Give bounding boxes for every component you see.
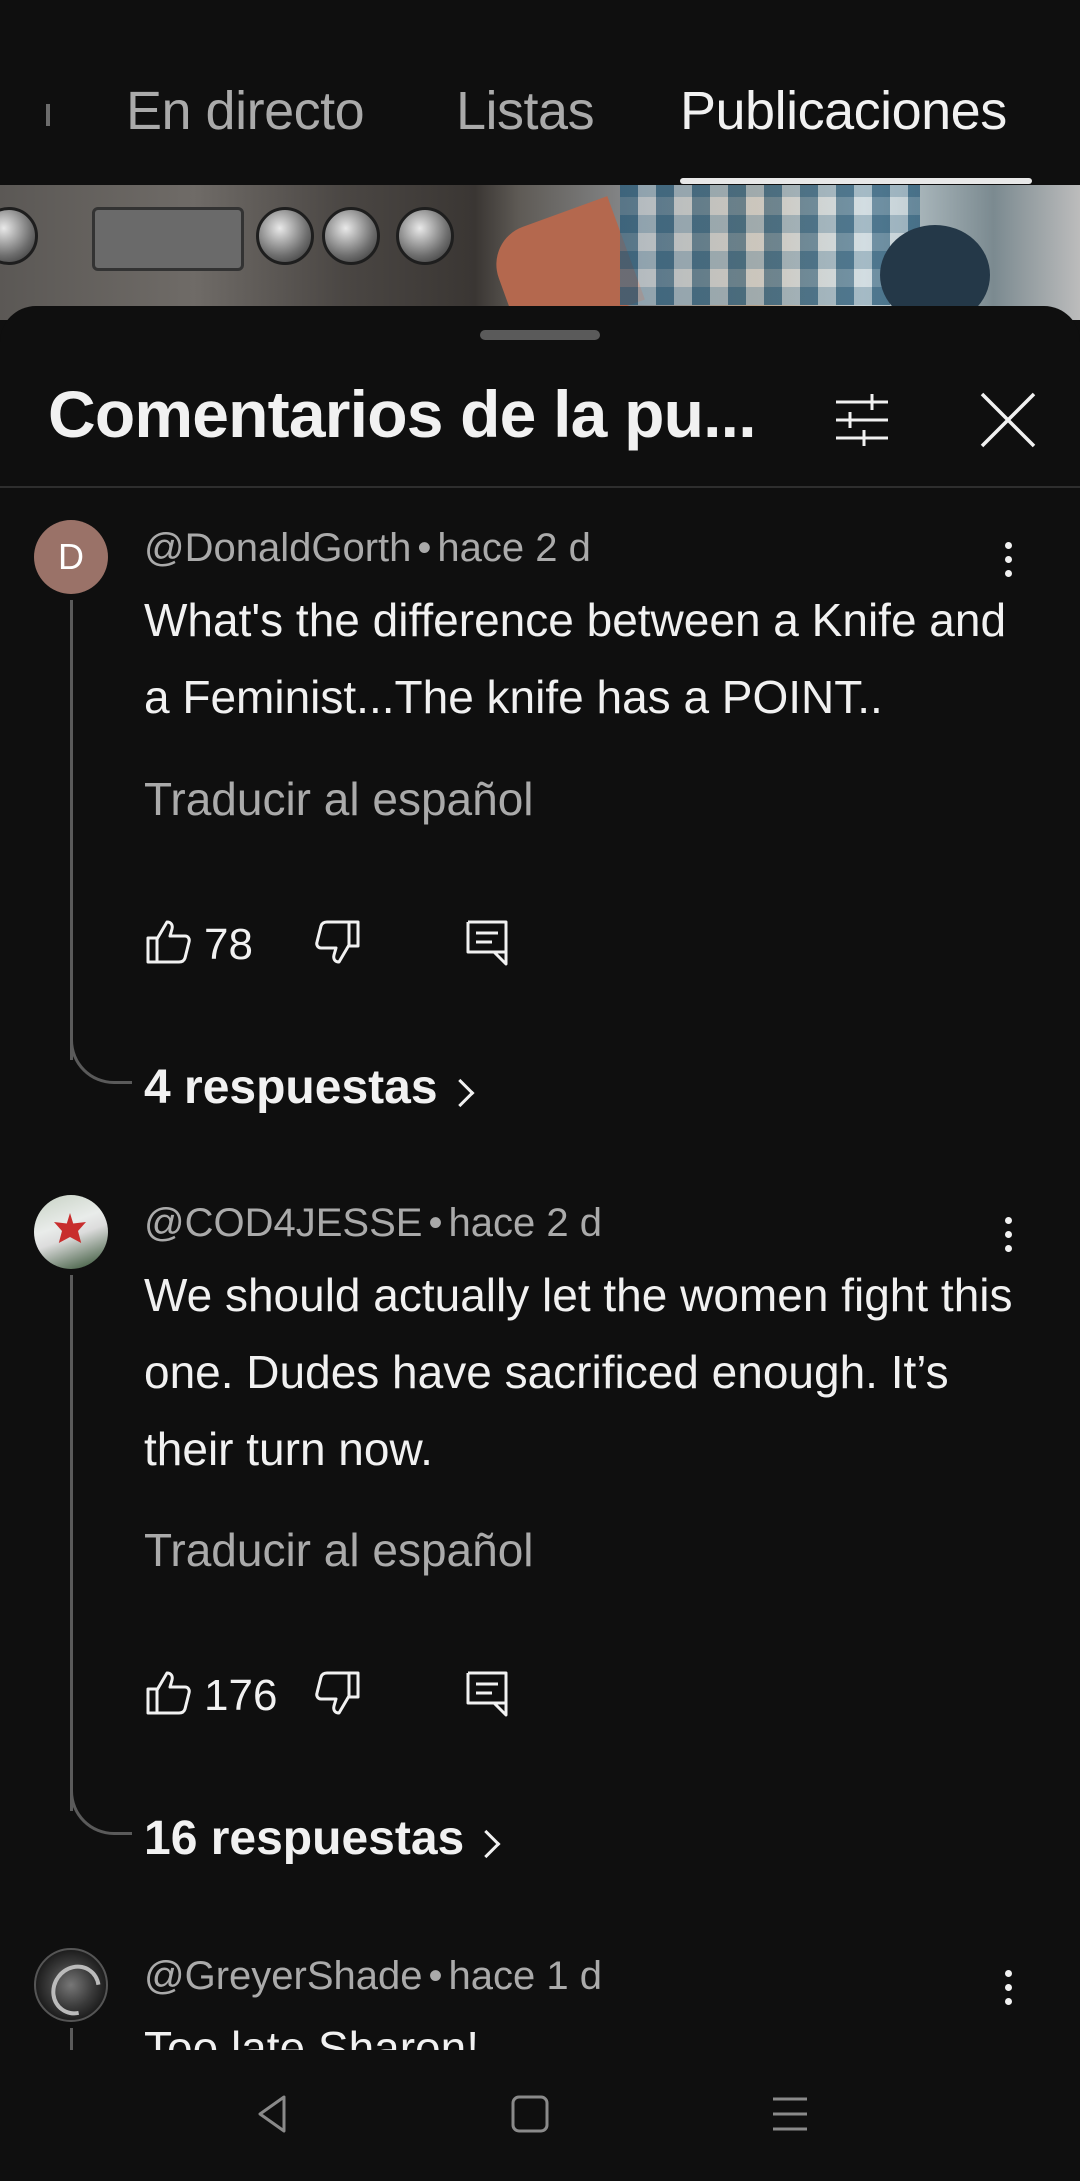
lines-recent-icon (773, 2097, 807, 2131)
comment-icon (466, 1671, 508, 1717)
close-button[interactable] (974, 386, 1042, 454)
comment-list-viewport: @GreyerShade • hace 1 d Too late Sharon! (0, 1720, 1080, 2050)
comment-author[interactable]: @COD4JESSE (144, 1201, 422, 1245)
post-image-background (0, 185, 1080, 320)
sheet-title: Comentarios de la pu... (48, 377, 757, 451)
triangle-back-icon (258, 2095, 286, 2133)
avatar[interactable] (34, 1948, 108, 2022)
comment-meta: @GreyerShade • hace 1 d (144, 1954, 602, 1999)
comment-author[interactable]: @GreyerShade (144, 1954, 423, 1998)
system-nav-bar (0, 2051, 1080, 2181)
tab-publicaciones[interactable]: Publicaciones (680, 80, 1007, 142)
tab-listas[interactable]: Listas (456, 80, 595, 142)
comment-icon (466, 920, 508, 966)
translate-link[interactable]: Traducir al español (144, 772, 534, 826)
dislike-button[interactable] (314, 1669, 362, 1717)
close-icon (980, 392, 1036, 448)
translate-link[interactable]: Traducir al español (144, 1523, 534, 1577)
like-count: 78 (204, 920, 253, 969)
meta-separator: • (428, 1954, 443, 1998)
comment-text: What's the difference between a Knife an… (144, 594, 1007, 723)
nav-home-button[interactable] (505, 2089, 555, 2139)
thread-line (70, 600, 73, 1060)
meta-separator: • (417, 526, 432, 570)
like-count: 176 (204, 1671, 278, 1720)
replies-button[interactable]: 4 respuestas (144, 1060, 476, 1115)
comment-text: We should actually let the women fight t… (144, 1269, 1013, 1475)
channel-tabs: En directo Listas Publicaciones (0, 0, 1080, 185)
avatar-letter: D (58, 536, 84, 577)
comment-author[interactable]: @DonaldGorth (144, 526, 411, 570)
dislike-button[interactable] (314, 918, 362, 966)
sliders-icon (836, 394, 888, 446)
reply-button[interactable] (464, 918, 510, 966)
meta-separator: • (428, 1201, 443, 1245)
nav-back-button[interactable] (248, 2089, 298, 2139)
header-divider (0, 486, 1080, 488)
thread-line (70, 2028, 73, 2050)
comment-text: Too late Sharon! (144, 2022, 480, 2050)
tab-en-directo[interactable]: En directo (126, 80, 365, 142)
nav-recent-button[interactable] (765, 2089, 815, 2139)
comment-meta: @DonaldGorth • hace 2 d (144, 526, 591, 571)
thumb-up-icon (146, 1671, 191, 1715)
comment-time: hace 2 d (448, 1201, 602, 1245)
avatar[interactable] (34, 1195, 108, 1269)
like-button[interactable] (144, 918, 192, 966)
active-tab-indicator (680, 178, 1032, 184)
filter-button[interactable] (828, 386, 896, 454)
thumb-down-icon (315, 1671, 360, 1715)
reply-button[interactable] (464, 1669, 510, 1717)
comment-time: hace 1 d (448, 1954, 602, 1998)
thumb-down-icon (315, 920, 360, 964)
comment-time: hace 2 d (437, 526, 591, 570)
avatar[interactable]: D (34, 520, 108, 594)
tab-cut-off (46, 104, 50, 126)
chevron-right-icon (445, 1078, 475, 1108)
comment-meta: @COD4JESSE • hace 2 d (144, 1201, 602, 1246)
drag-handle[interactable] (480, 330, 600, 340)
thumb-up-icon (146, 920, 191, 964)
replies-count: 4 respuestas (144, 1061, 438, 1114)
square-home-icon (511, 2095, 549, 2133)
like-button[interactable] (144, 1669, 192, 1717)
